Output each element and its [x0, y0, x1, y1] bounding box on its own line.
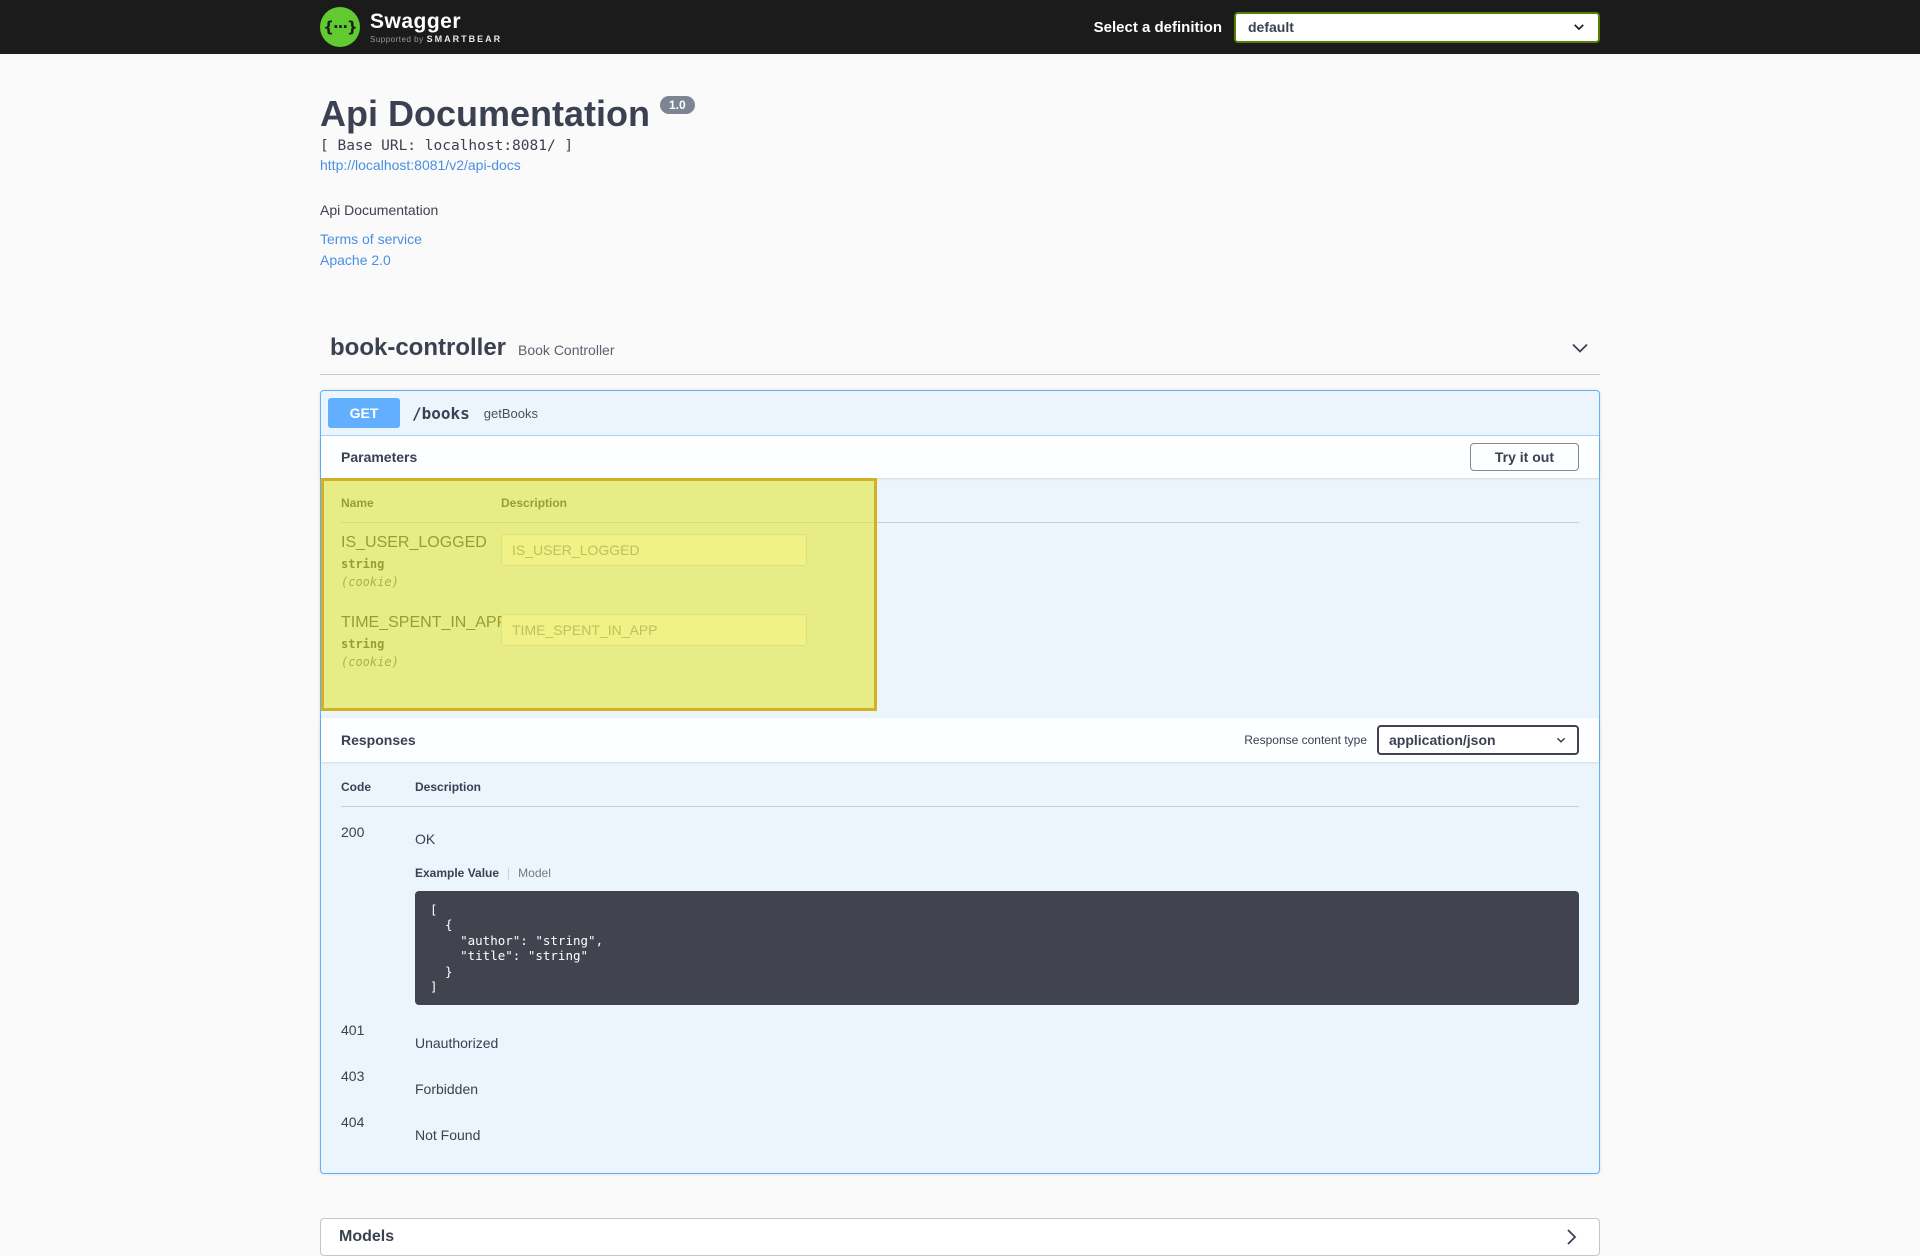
- page-title: Api Documentation1.0: [320, 96, 1600, 132]
- chevron-down-icon: [1572, 20, 1586, 34]
- version-badge: 1.0: [660, 96, 695, 114]
- definition-select-value: default: [1248, 19, 1294, 35]
- tag-name: book-controller: [330, 334, 506, 361]
- parameters-title: Parameters: [341, 449, 417, 465]
- response-code-401: 401: [341, 1005, 415, 1051]
- parameters-body: Name Description IS_USER_LOGGED string (…: [321, 478, 1599, 718]
- example-json-block: [ { "author": "string", "title": "string…: [415, 891, 1579, 1005]
- param-row-name: IS_USER_LOGGED string (cookie): [341, 523, 501, 603]
- collapse-chevron-down-icon[interactable]: [1570, 338, 1590, 358]
- terms-of-service-link[interactable]: Terms of service: [320, 231, 1600, 247]
- tag-header[interactable]: book-controller Book Controller: [320, 334, 1600, 375]
- is-user-logged-input[interactable]: [501, 534, 807, 566]
- swagger-logo-icon: {···}: [320, 7, 360, 47]
- tag-section: book-controller Book Controller GET /book…: [320, 334, 1600, 1174]
- response-404-description: Not Found: [415, 1097, 1579, 1143]
- opblock-summary[interactable]: GET /books getBooks: [321, 391, 1599, 436]
- select-definition-label: Select a definition: [1094, 19, 1222, 36]
- models-title: Models: [339, 1228, 394, 1246]
- param-description-column-header: Description: [501, 496, 1579, 523]
- definition-select[interactable]: default: [1234, 12, 1600, 43]
- operation-summary: getBooks: [484, 406, 538, 421]
- response-code-403: 403: [341, 1051, 415, 1097]
- time-spent-in-app-input[interactable]: [501, 614, 807, 646]
- chevron-right-icon: [1561, 1227, 1581, 1247]
- param-row-description: [501, 523, 1579, 603]
- parameters-header-row: Parameters Try it out: [321, 436, 1599, 478]
- base-url: [ Base URL: localhost:8081/ ]: [320, 138, 1600, 154]
- responses-body: Code Description 200 OK Example Value | …: [321, 762, 1599, 1173]
- response-description-column-header: Description: [415, 780, 1579, 807]
- response-200-description: OK: [415, 807, 1579, 847]
- response-401-description: Unauthorized: [415, 1005, 1579, 1051]
- param-row-name: TIME_SPENT_IN_APP string (cookie): [341, 603, 501, 683]
- swagger-brackets-glyph: {···}: [323, 18, 356, 36]
- try-it-out-button[interactable]: Try it out: [1470, 443, 1579, 471]
- responses-header-row: Responses Response content type applicat…: [321, 718, 1599, 762]
- response-code-200: 200: [341, 807, 415, 1005]
- swagger-logo-text: Swagger: [370, 11, 502, 32]
- license-link[interactable]: Apache 2.0: [320, 252, 1600, 268]
- topbar: {···} Swagger Supported bySMARTBEAR Sele…: [0, 0, 1920, 54]
- response-content-type-label: Response content type: [1244, 733, 1367, 747]
- tag-description: Book Controller: [518, 342, 615, 358]
- info-section: Api Documentation1.0 [ Base URL: localho…: [320, 54, 1600, 268]
- model-tab[interactable]: Model: [518, 866, 551, 880]
- example-value-tab[interactable]: Example Value: [415, 866, 499, 880]
- operation-path: /books: [412, 404, 470, 423]
- responses-title: Responses: [341, 732, 416, 748]
- param-name-column-header: Name: [341, 496, 501, 523]
- param-row-description: [501, 603, 1579, 683]
- http-method-badge: GET: [328, 398, 400, 428]
- smartbear-byline: Supported bySMARTBEAR: [370, 35, 502, 44]
- opblock-get-books: GET /books getBooks Parameters Try it ou…: [320, 390, 1600, 1174]
- chevron-down-icon: [1555, 734, 1567, 746]
- api-docs-link[interactable]: http://localhost:8081/v2/api-docs: [320, 157, 521, 173]
- response-content-type-select[interactable]: application/json: [1377, 725, 1579, 755]
- swagger-logo[interactable]: {···} Swagger Supported bySMARTBEAR: [320, 7, 502, 47]
- response-403-description: Forbidden: [415, 1051, 1579, 1097]
- models-section[interactable]: Models: [320, 1218, 1600, 1256]
- response-code-column-header: Code: [341, 780, 415, 807]
- response-200-cell: OK Example Value | Model [ { "author": "…: [415, 807, 1579, 1005]
- api-description: Api Documentation: [320, 202, 1600, 218]
- response-code-404: 404: [341, 1097, 415, 1143]
